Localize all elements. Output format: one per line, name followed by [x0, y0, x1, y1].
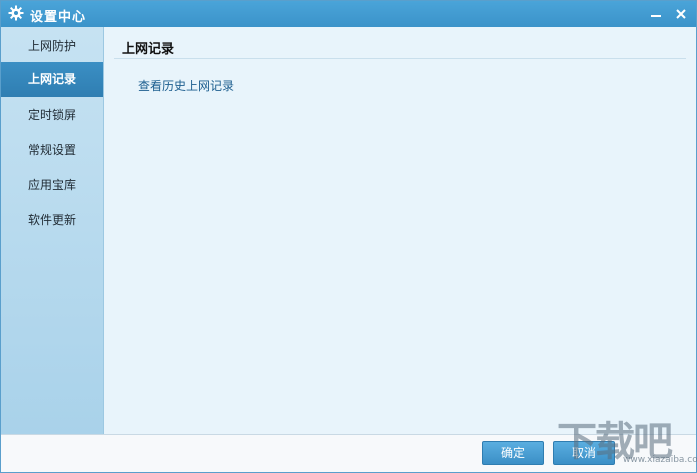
title-bar[interactable]: 设置中心: [1, 1, 696, 27]
sidebar-item-scheduled-lock[interactable]: 定时锁屏: [1, 98, 103, 133]
sidebar-item-general-settings[interactable]: 常规设置: [1, 133, 103, 168]
settings-window: 设置中心 上网防护 上网记录 定时锁屏 常规设置 应用宝库 软件更新 上网记录 …: [0, 0, 697, 473]
sidebar-item-web-history[interactable]: 上网记录: [1, 62, 103, 97]
window-title: 设置中心: [30, 10, 87, 25]
section-title: 上网记录: [122, 42, 175, 57]
sidebar: 上网防护 上网记录 定时锁屏 常规设置 应用宝库 软件更新: [1, 27, 104, 434]
ok-button[interactable]: 确定: [482, 441, 544, 465]
minimize-icon: [651, 15, 661, 17]
footer-bar: 确定 取消: [1, 434, 696, 472]
gear-icon: [8, 5, 24, 21]
cancel-button[interactable]: 取消: [553, 441, 615, 465]
sidebar-item-app-store[interactable]: 应用宝库: [1, 168, 103, 203]
close-icon: [676, 9, 686, 19]
minimize-button[interactable]: [646, 4, 666, 24]
content-panel: 上网记录 查看历史上网记录: [104, 27, 696, 434]
sidebar-item-software-update[interactable]: 软件更新: [1, 203, 103, 238]
view-history-link[interactable]: 查看历史上网记录: [138, 77, 234, 94]
section-divider: [114, 58, 686, 59]
close-button[interactable]: [671, 4, 691, 24]
sidebar-item-web-protection[interactable]: 上网防护: [1, 29, 103, 64]
